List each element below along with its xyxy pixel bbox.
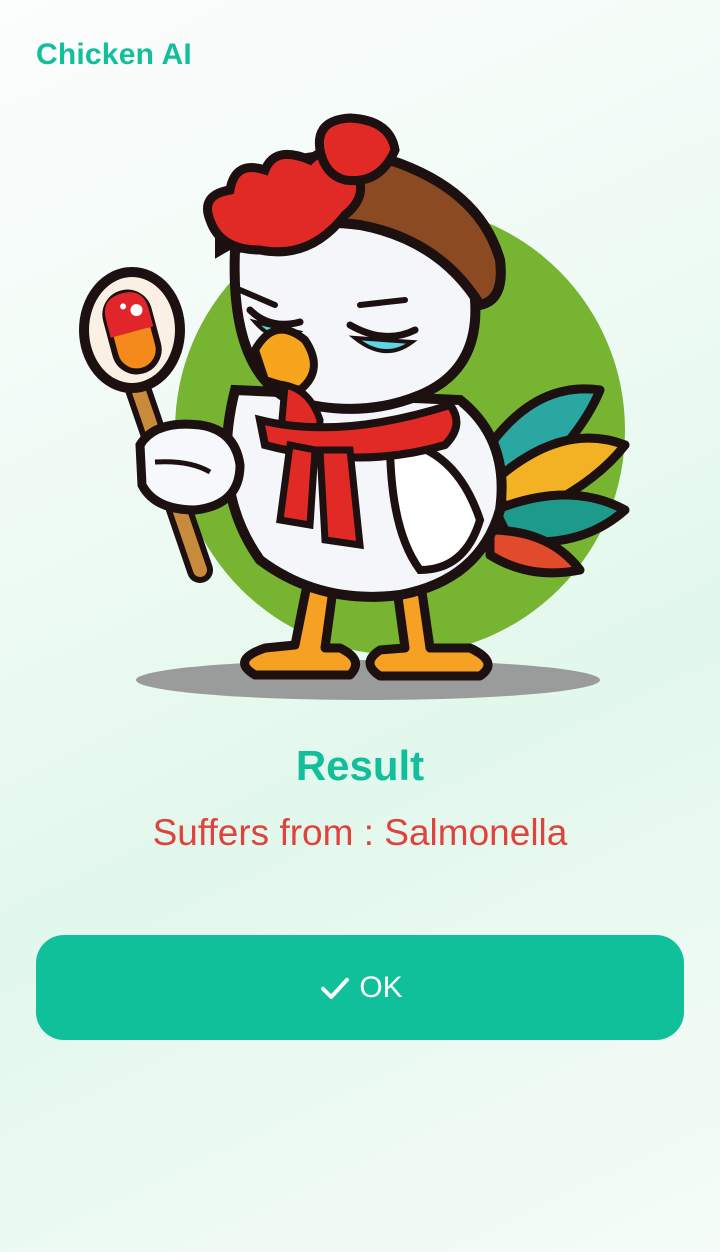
- diagnosis-disease: Salmonella: [384, 812, 568, 853]
- app-title: Chicken AI: [36, 38, 192, 71]
- check-icon: [321, 977, 350, 999]
- diagnosis-prefix: Suffers from :: [152, 812, 385, 853]
- ok-button-label: OK: [359, 970, 403, 1004]
- ok-button[interactable]: OK: [36, 935, 684, 1040]
- result-title: Result: [295, 742, 425, 789]
- diagnosis-text: Suffers from : Salmonella: [0, 812, 720, 854]
- sick-chicken-illustration: [79, 113, 630, 700]
